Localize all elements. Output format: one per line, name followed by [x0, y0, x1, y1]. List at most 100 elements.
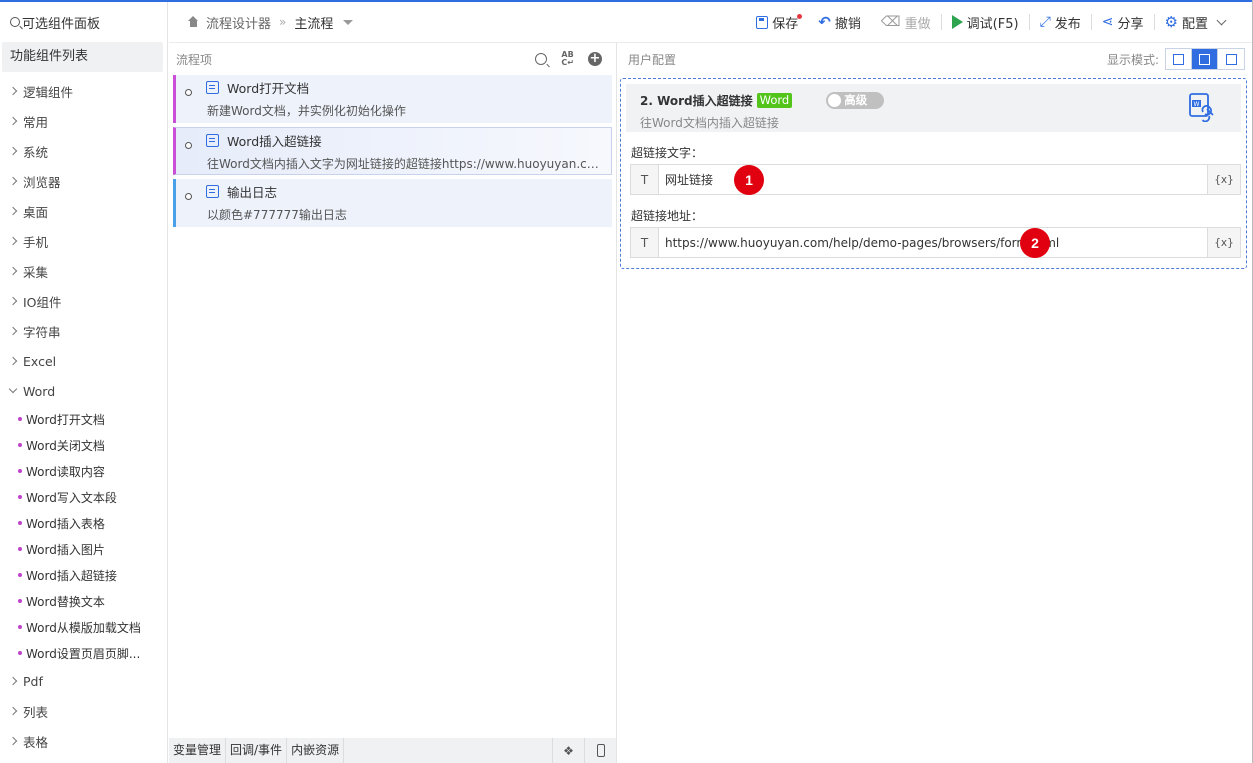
- hyperlink-url-value: https://www.huoyuyan.com/help/demo-pages…: [665, 235, 1060, 250]
- category-desktop[interactable]: 桌面: [0, 196, 167, 226]
- tab-callbacks[interactable]: 回调/事件: [226, 738, 288, 763]
- debug-label: 调试(F5): [966, 16, 1019, 32]
- flow-step[interactable]: 输出日志 以颜色#777777输出日志: [173, 179, 612, 227]
- flow-step-selected[interactable]: Word插入超链接 往Word文档内插入文字为网址链接的超链接https://w…: [173, 127, 612, 175]
- chevron-right-icon: [8, 266, 18, 276]
- text-type-button[interactable]: T: [631, 228, 659, 257]
- save-button[interactable]: 保存: [746, 2, 808, 42]
- variable-insert-button[interactable]: {x}: [1207, 228, 1240, 257]
- category-io[interactable]: IO组件: [0, 286, 167, 316]
- add-circle-icon[interactable]: +: [588, 52, 602, 66]
- mode-compact-button[interactable]: [1166, 49, 1192, 69]
- component-item[interactable]: Word替换文本: [0, 588, 167, 614]
- category-word[interactable]: Word: [0, 376, 167, 406]
- log-output-icon: [206, 185, 219, 198]
- component-item[interactable]: Word读取内容: [0, 458, 167, 484]
- step-title: Word插入超链接: [227, 134, 322, 149]
- undo-button[interactable]: ↶ 撤销: [808, 2, 871, 42]
- category-phone[interactable]: 手机: [0, 226, 167, 256]
- component-item[interactable]: Word插入表格: [0, 510, 167, 536]
- component-search[interactable]: 可选组件面板: [0, 2, 167, 42]
- config-panel-title: 用户配置: [628, 52, 677, 67]
- redo-button[interactable]: ⌫ 重做: [871, 2, 941, 42]
- play-icon: [951, 15, 963, 29]
- dropdown-triangle-icon[interactable]: [343, 19, 354, 25]
- publish-button[interactable]: ⤢ 发布: [1030, 2, 1091, 42]
- category-list[interactable]: 列表: [0, 696, 167, 726]
- component-item[interactable]: Word设置页眉页脚...: [0, 640, 167, 666]
- component-item[interactable]: Word插入超链接: [0, 562, 167, 588]
- svg-text:W: W: [1194, 101, 1200, 108]
- component-item-label: Word设置页眉页脚...: [26, 646, 141, 661]
- share-label: 分享: [1117, 16, 1144, 32]
- category-system[interactable]: 系统: [0, 136, 167, 166]
- phone-icon: [596, 744, 605, 757]
- component-item[interactable]: Word关闭文档: [0, 432, 167, 458]
- bullet-dot-icon: [18, 417, 22, 421]
- tab-variables[interactable]: 变量管理: [169, 738, 227, 763]
- text-type-button[interactable]: T: [631, 165, 659, 194]
- gear-icon: ⚙: [1164, 13, 1178, 31]
- unsaved-dot-icon: [797, 14, 803, 19]
- category-table[interactable]: 表格: [0, 726, 167, 756]
- component-sidebar: 可选组件面板 功能组件列表 逻辑组件 常用 系统 浏览器 桌面 手机 采集 IO…: [0, 2, 168, 763]
- category-string[interactable]: 字符串: [0, 316, 167, 346]
- spellcheck-icon[interactable]: AB C↵: [561, 51, 574, 67]
- category-label: 手机: [23, 234, 49, 250]
- layout-detail-icon: [1225, 53, 1237, 65]
- step-title: Word打开文档: [227, 81, 310, 96]
- breadcrumb-root[interactable]: 流程设计器: [206, 13, 271, 32]
- component-item-label: Word写入文本段: [26, 490, 117, 505]
- category-excel[interactable]: Excel: [0, 346, 167, 376]
- layout-compact-icon: [1173, 53, 1184, 65]
- debug-button[interactable]: 调试(F5): [942, 2, 1029, 42]
- component-description: 往Word文档内插入超链接: [640, 116, 779, 130]
- windows-icon[interactable]: ❖: [552, 738, 584, 763]
- hyperlink-text-input[interactable]: 网址链接 1: [659, 165, 1207, 195]
- config-button[interactable]: ⚙ 配置: [1155, 2, 1235, 42]
- advanced-toggle[interactable]: 高级: [826, 91, 885, 109]
- category-collect[interactable]: 采集: [0, 256, 167, 286]
- bullet-dot-icon: [18, 547, 22, 551]
- step-description: 往Word文档内插入文字为网址链接的超链接https://www.huoyuya…: [207, 157, 605, 171]
- category-label: 逻辑组件: [23, 84, 74, 100]
- mode-detail-button[interactable]: [1218, 49, 1244, 69]
- annotation-marker-2: 2: [1020, 228, 1050, 258]
- category-common[interactable]: 常用: [0, 106, 167, 136]
- search-icon[interactable]: [535, 53, 548, 65]
- chevron-right-icon: [8, 176, 18, 186]
- share-button[interactable]: ⋖ 分享: [1092, 2, 1154, 42]
- component-item[interactable]: Word写入文本段: [0, 484, 167, 510]
- category-logic[interactable]: 逻辑组件: [0, 76, 167, 106]
- tab-embedded-resources[interactable]: 内嵌资源: [287, 738, 345, 763]
- chevron-right-icon: [8, 706, 18, 716]
- category-label: 桌面: [23, 204, 49, 220]
- chevron-right-icon: [8, 86, 18, 96]
- breadcrumb-current[interactable]: 主流程: [294, 13, 333, 32]
- phone-platform-button[interactable]: [584, 738, 616, 763]
- category-label: 表格: [23, 734, 49, 750]
- variable-insert-button[interactable]: {x}: [1207, 165, 1240, 194]
- flow-panel-title: 流程项: [176, 52, 213, 67]
- home-icon[interactable]: [187, 16, 199, 28]
- hyperlink-url-input[interactable]: https://www.huoyuyan.com/help/demo-pages…: [659, 228, 1207, 258]
- breadcrumb-separator-icon: »: [279, 15, 287, 29]
- flow-step[interactable]: Word打开文档 新建Word文档，并实例化初始化操作: [173, 75, 612, 123]
- category-pdf[interactable]: Pdf: [0, 666, 167, 696]
- component-item[interactable]: Word打开文档: [0, 406, 167, 432]
- category-badge: Word: [756, 92, 793, 108]
- save-icon: [756, 15, 769, 29]
- step-description: 新建Word文档，并实例化初始化操作: [207, 104, 406, 118]
- chevron-down-icon: [1216, 15, 1227, 25]
- config-label: 配置: [1181, 16, 1208, 32]
- category-browser[interactable]: 浏览器: [0, 166, 167, 196]
- component-list-title: 功能组件列表: [2, 42, 163, 72]
- component-item[interactable]: Word从模版加载文档: [0, 614, 167, 640]
- display-mode-label: 显示模式:: [1106, 52, 1159, 67]
- category-label: 字符串: [23, 324, 61, 340]
- component-item[interactable]: Word插入图片: [0, 536, 167, 562]
- mode-standard-button[interactable]: [1192, 49, 1218, 69]
- hyperlink-url-label: 超链接地址：: [631, 209, 704, 223]
- component-item-label: Word从模版加载文档: [26, 620, 141, 635]
- top-toolbar: 流程设计器 » 主流程 保存 ↶ 撤销 ⌫ 重做 调试(F5) ⤢ 发布 ⋖ 分…: [169, 2, 1253, 43]
